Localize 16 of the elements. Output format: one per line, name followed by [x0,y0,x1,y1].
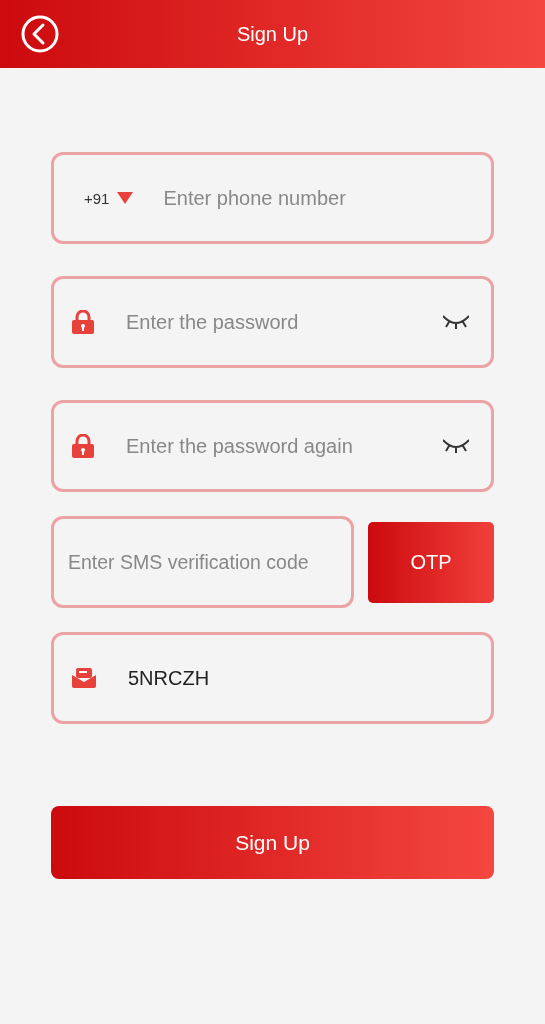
invite-code-input[interactable]: 5NRCZH [128,666,473,690]
password-input[interactable]: Enter the password again [126,434,443,458]
envelope-icon [72,668,96,688]
lock-icon [72,434,94,458]
closed-eye-icon[interactable] [443,439,469,453]
closed-eye-icon[interactable] [443,315,469,329]
sign-up-button[interactable]: Sign Up [51,806,494,879]
country-code-dropdown[interactable]: +91 [72,189,134,207]
otp-button[interactable]: OTP [368,521,494,603]
page-title: Sign Up [236,22,309,46]
verification-code-input[interactable]: Enter SMS verification code [68,550,337,574]
password-input[interactable]: Enter the password [126,310,443,334]
caret-icon [117,192,134,204]
lock-icon [72,310,94,334]
back-icon[interactable] [21,15,59,53]
phone-input[interactable]: Enter phone number [163,186,473,210]
